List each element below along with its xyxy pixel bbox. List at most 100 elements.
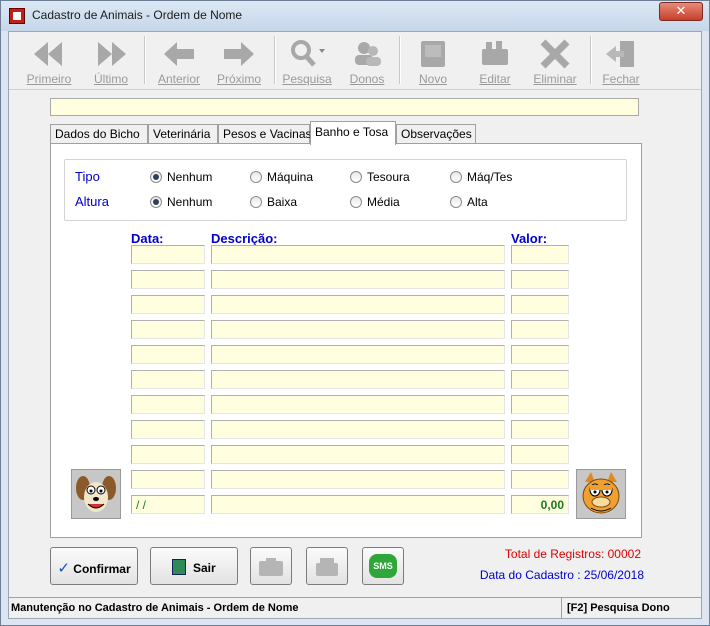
sms-label: SMS bbox=[373, 561, 393, 571]
search-button[interactable]: Pesquisa bbox=[279, 36, 335, 86]
row-value-field[interactable] bbox=[511, 270, 569, 289]
row-date-field[interactable] bbox=[131, 295, 205, 314]
entry-date-field[interactable]: / / bbox=[131, 495, 205, 514]
row-date-field[interactable] bbox=[131, 420, 205, 439]
altura-radio-alta[interactable]: Alta bbox=[450, 195, 488, 209]
value-column-header: Valor: bbox=[511, 231, 548, 246]
first-label: Primeiro bbox=[26, 72, 72, 86]
entry-description-field[interactable] bbox=[211, 495, 505, 514]
owners-button[interactable]: Donos bbox=[339, 36, 395, 86]
row-date-field[interactable] bbox=[131, 445, 205, 464]
toolbar: Primeiro Último Anterior Próximo Pesquis… bbox=[9, 32, 701, 90]
exit-button[interactable]: Sair bbox=[150, 547, 238, 585]
tipo-radio-tesoura[interactable]: Tesoura bbox=[350, 170, 410, 184]
odie-dog-icon bbox=[76, 476, 116, 512]
close-form-button[interactable]: Fechar bbox=[593, 36, 649, 86]
confirm-button[interactable]: ✓ Confirmar bbox=[50, 547, 138, 585]
row-date-field[interactable] bbox=[131, 345, 205, 364]
main-window: Cadastro de Animais - Ordem de Nome ✕ Pr… bbox=[0, 0, 710, 626]
radio-indicator bbox=[250, 171, 262, 183]
radio-label: Baixa bbox=[267, 195, 298, 209]
radio-label: Máq/Tes bbox=[467, 170, 513, 184]
row-description-field[interactable] bbox=[211, 295, 505, 314]
row-value-field[interactable] bbox=[511, 295, 569, 314]
altura-radio-baixa[interactable]: Baixa bbox=[250, 195, 297, 209]
window-title: Cadastro de Animais - Ordem de Nome bbox=[32, 8, 243, 22]
row-value-field[interactable] bbox=[511, 470, 569, 489]
radio-label: Nenhum bbox=[167, 195, 213, 209]
tipo-radio-nenhum[interactable]: Nenhum bbox=[150, 170, 212, 184]
row-value-field[interactable] bbox=[511, 245, 569, 264]
row-description-field[interactable] bbox=[211, 445, 505, 464]
row-description-field[interactable] bbox=[211, 345, 505, 364]
row-description-field[interactable] bbox=[211, 245, 505, 264]
tab-label: Pesos e Vacinas bbox=[223, 127, 312, 141]
row-value-field[interactable] bbox=[511, 445, 569, 464]
search-label: Pesquisa bbox=[282, 72, 332, 86]
close-form-label: Fechar bbox=[602, 72, 640, 86]
row-value-field[interactable] bbox=[511, 395, 569, 414]
tab-banho-e-tosa[interactable]: Banho e Tosa bbox=[310, 121, 396, 145]
delete-label: Eliminar bbox=[533, 72, 577, 86]
tab-observacoes[interactable]: Observações bbox=[396, 124, 476, 144]
tab-veterinaria[interactable]: Veterinária bbox=[148, 124, 218, 144]
row-description-field[interactable] bbox=[211, 470, 505, 489]
radio-indicator bbox=[350, 196, 362, 208]
tipo-radio-maquina[interactable]: Máquina bbox=[250, 170, 313, 184]
radio-label: Média bbox=[367, 195, 400, 209]
tipo-radio-maq-tes[interactable]: Máq/Tes bbox=[450, 170, 512, 184]
previous-button[interactable]: Anterior bbox=[149, 36, 209, 86]
next-button[interactable]: Próximo bbox=[209, 36, 269, 86]
scan-button[interactable] bbox=[306, 547, 348, 585]
row-description-field[interactable] bbox=[211, 320, 505, 339]
first-record-button[interactable]: Primeiro bbox=[17, 36, 81, 86]
title-bar[interactable]: Cadastro de Animais - Ordem de Nome ✕ bbox=[1, 1, 709, 31]
tab-label: Dados do Bicho bbox=[55, 127, 140, 141]
garfield-cat-icon bbox=[582, 472, 620, 514]
exit-door-icon bbox=[172, 559, 187, 575]
row-description-field[interactable] bbox=[211, 370, 505, 389]
previous-label: Anterior bbox=[157, 72, 201, 86]
camera-button[interactable] bbox=[250, 547, 292, 585]
tab-panel-banho-e-tosa: Tipo Nenhum Máquina Tesoura Máq/Tes Altu… bbox=[50, 143, 642, 538]
row-description-field[interactable] bbox=[211, 270, 505, 289]
altura-radio-media[interactable]: Média bbox=[350, 195, 400, 209]
row-date-field[interactable] bbox=[131, 270, 205, 289]
tab-pesos-e-vacinas[interactable]: Pesos e Vacinas bbox=[218, 124, 312, 144]
close-button[interactable]: ✕ bbox=[659, 2, 703, 21]
altura-radio-nenhum[interactable]: Nenhum bbox=[150, 195, 212, 209]
radio-indicator bbox=[150, 196, 162, 208]
radio-label: Alta bbox=[467, 195, 488, 209]
last-record-button[interactable]: Último bbox=[81, 36, 141, 86]
date-column-header: Data: bbox=[131, 231, 164, 246]
row-date-field[interactable] bbox=[131, 245, 205, 264]
radio-indicator bbox=[450, 196, 462, 208]
row-date-field[interactable] bbox=[131, 470, 205, 489]
owners-label: Donos bbox=[349, 72, 385, 86]
new-button[interactable]: Novo bbox=[405, 36, 461, 86]
garfield-cat-image bbox=[576, 469, 626, 519]
edit-button[interactable]: Editar bbox=[465, 36, 525, 86]
altura-label: Altura bbox=[75, 194, 109, 209]
status-bar: Manutenção no Cadastro de Animais - Orde… bbox=[9, 597, 701, 619]
animal-name-field[interactable] bbox=[50, 98, 639, 116]
row-value-field[interactable] bbox=[511, 370, 569, 389]
sms-button[interactable]: SMS bbox=[362, 547, 404, 585]
radio-indicator bbox=[150, 171, 162, 183]
row-description-field[interactable] bbox=[211, 395, 505, 414]
camera-icon bbox=[259, 558, 283, 576]
entry-value-field[interactable]: 0,00 bbox=[511, 495, 569, 514]
tab-dados-do-bicho[interactable]: Dados do Bicho bbox=[50, 124, 148, 144]
arrow-right-icon bbox=[224, 42, 254, 66]
row-value-field[interactable] bbox=[511, 320, 569, 339]
row-date-field[interactable] bbox=[131, 320, 205, 339]
row-description-field[interactable] bbox=[211, 420, 505, 439]
tab-label: Observações bbox=[401, 127, 472, 141]
row-date-field[interactable] bbox=[131, 395, 205, 414]
row-value-field[interactable] bbox=[511, 345, 569, 364]
row-date-field[interactable] bbox=[131, 370, 205, 389]
client-area: Primeiro Último Anterior Próximo Pesquis… bbox=[8, 31, 702, 619]
edit-label: Editar bbox=[479, 72, 511, 86]
delete-button[interactable]: Eliminar bbox=[525, 36, 585, 86]
row-value-field[interactable] bbox=[511, 420, 569, 439]
